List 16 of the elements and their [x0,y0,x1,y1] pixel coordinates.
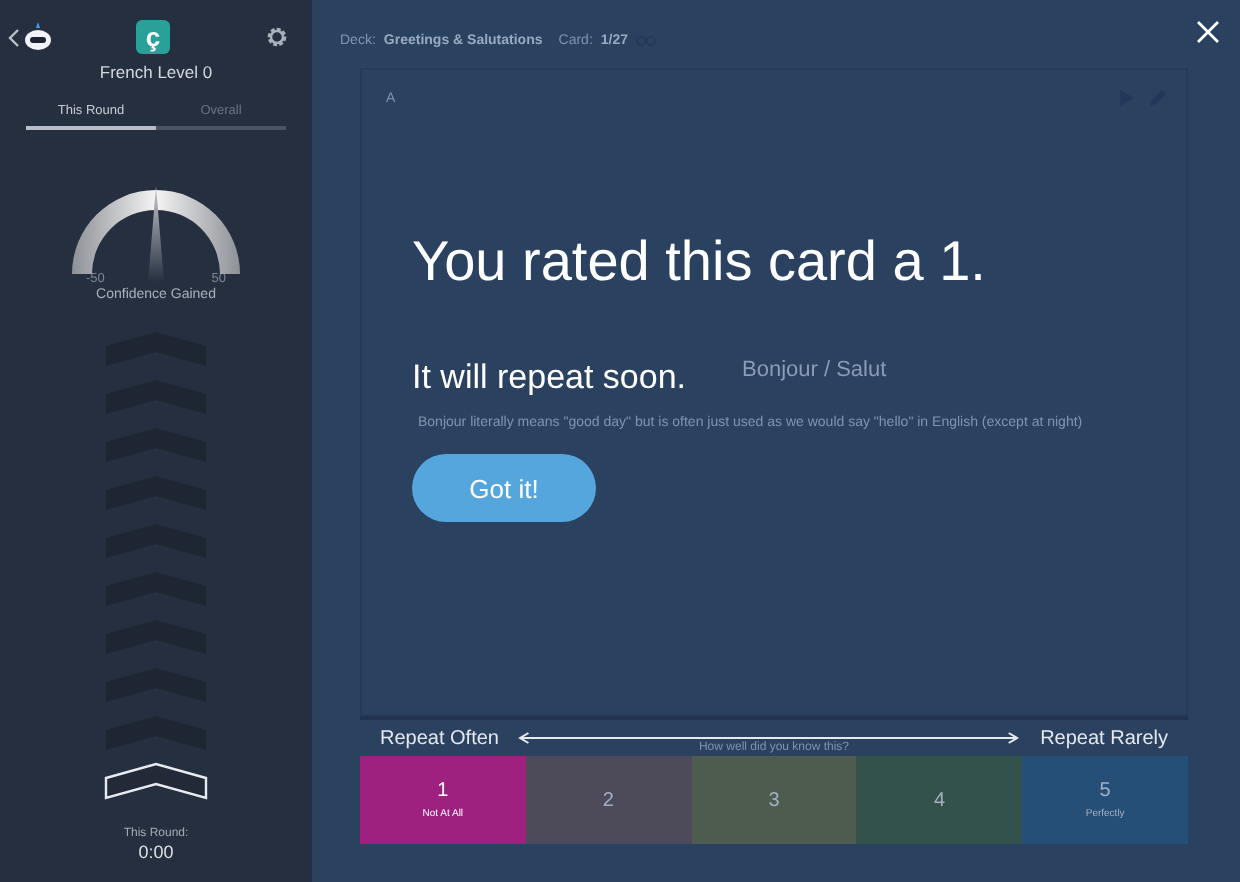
settings-icon[interactable] [266,26,288,48]
rating-button[interactable]: 2 [525,756,692,844]
repeat-often-label: Repeat Often [380,727,499,749]
deck-level-title: French Level 0 [99,62,213,82]
rating-button[interactable]: 3 [691,756,857,844]
card-front-text: Bonjour / Salut [742,358,889,382]
rating-button[interactable]: 4 [856,756,1023,844]
rating-result-message: It will repeat soon. [412,358,687,398]
got-it-button[interactable]: Got it! [412,454,596,522]
back-icon[interactable] [8,27,20,47]
repeat-rarely-label: Repeat Rarely [1040,727,1168,749]
robot-avatar-icon[interactable] [24,22,52,52]
close-icon[interactable] [1196,20,1220,44]
app-logo: ç [136,20,170,54]
rating-result-title: You rated this card a 1. [412,230,986,294]
timer-value: 0:00 [138,842,174,862]
